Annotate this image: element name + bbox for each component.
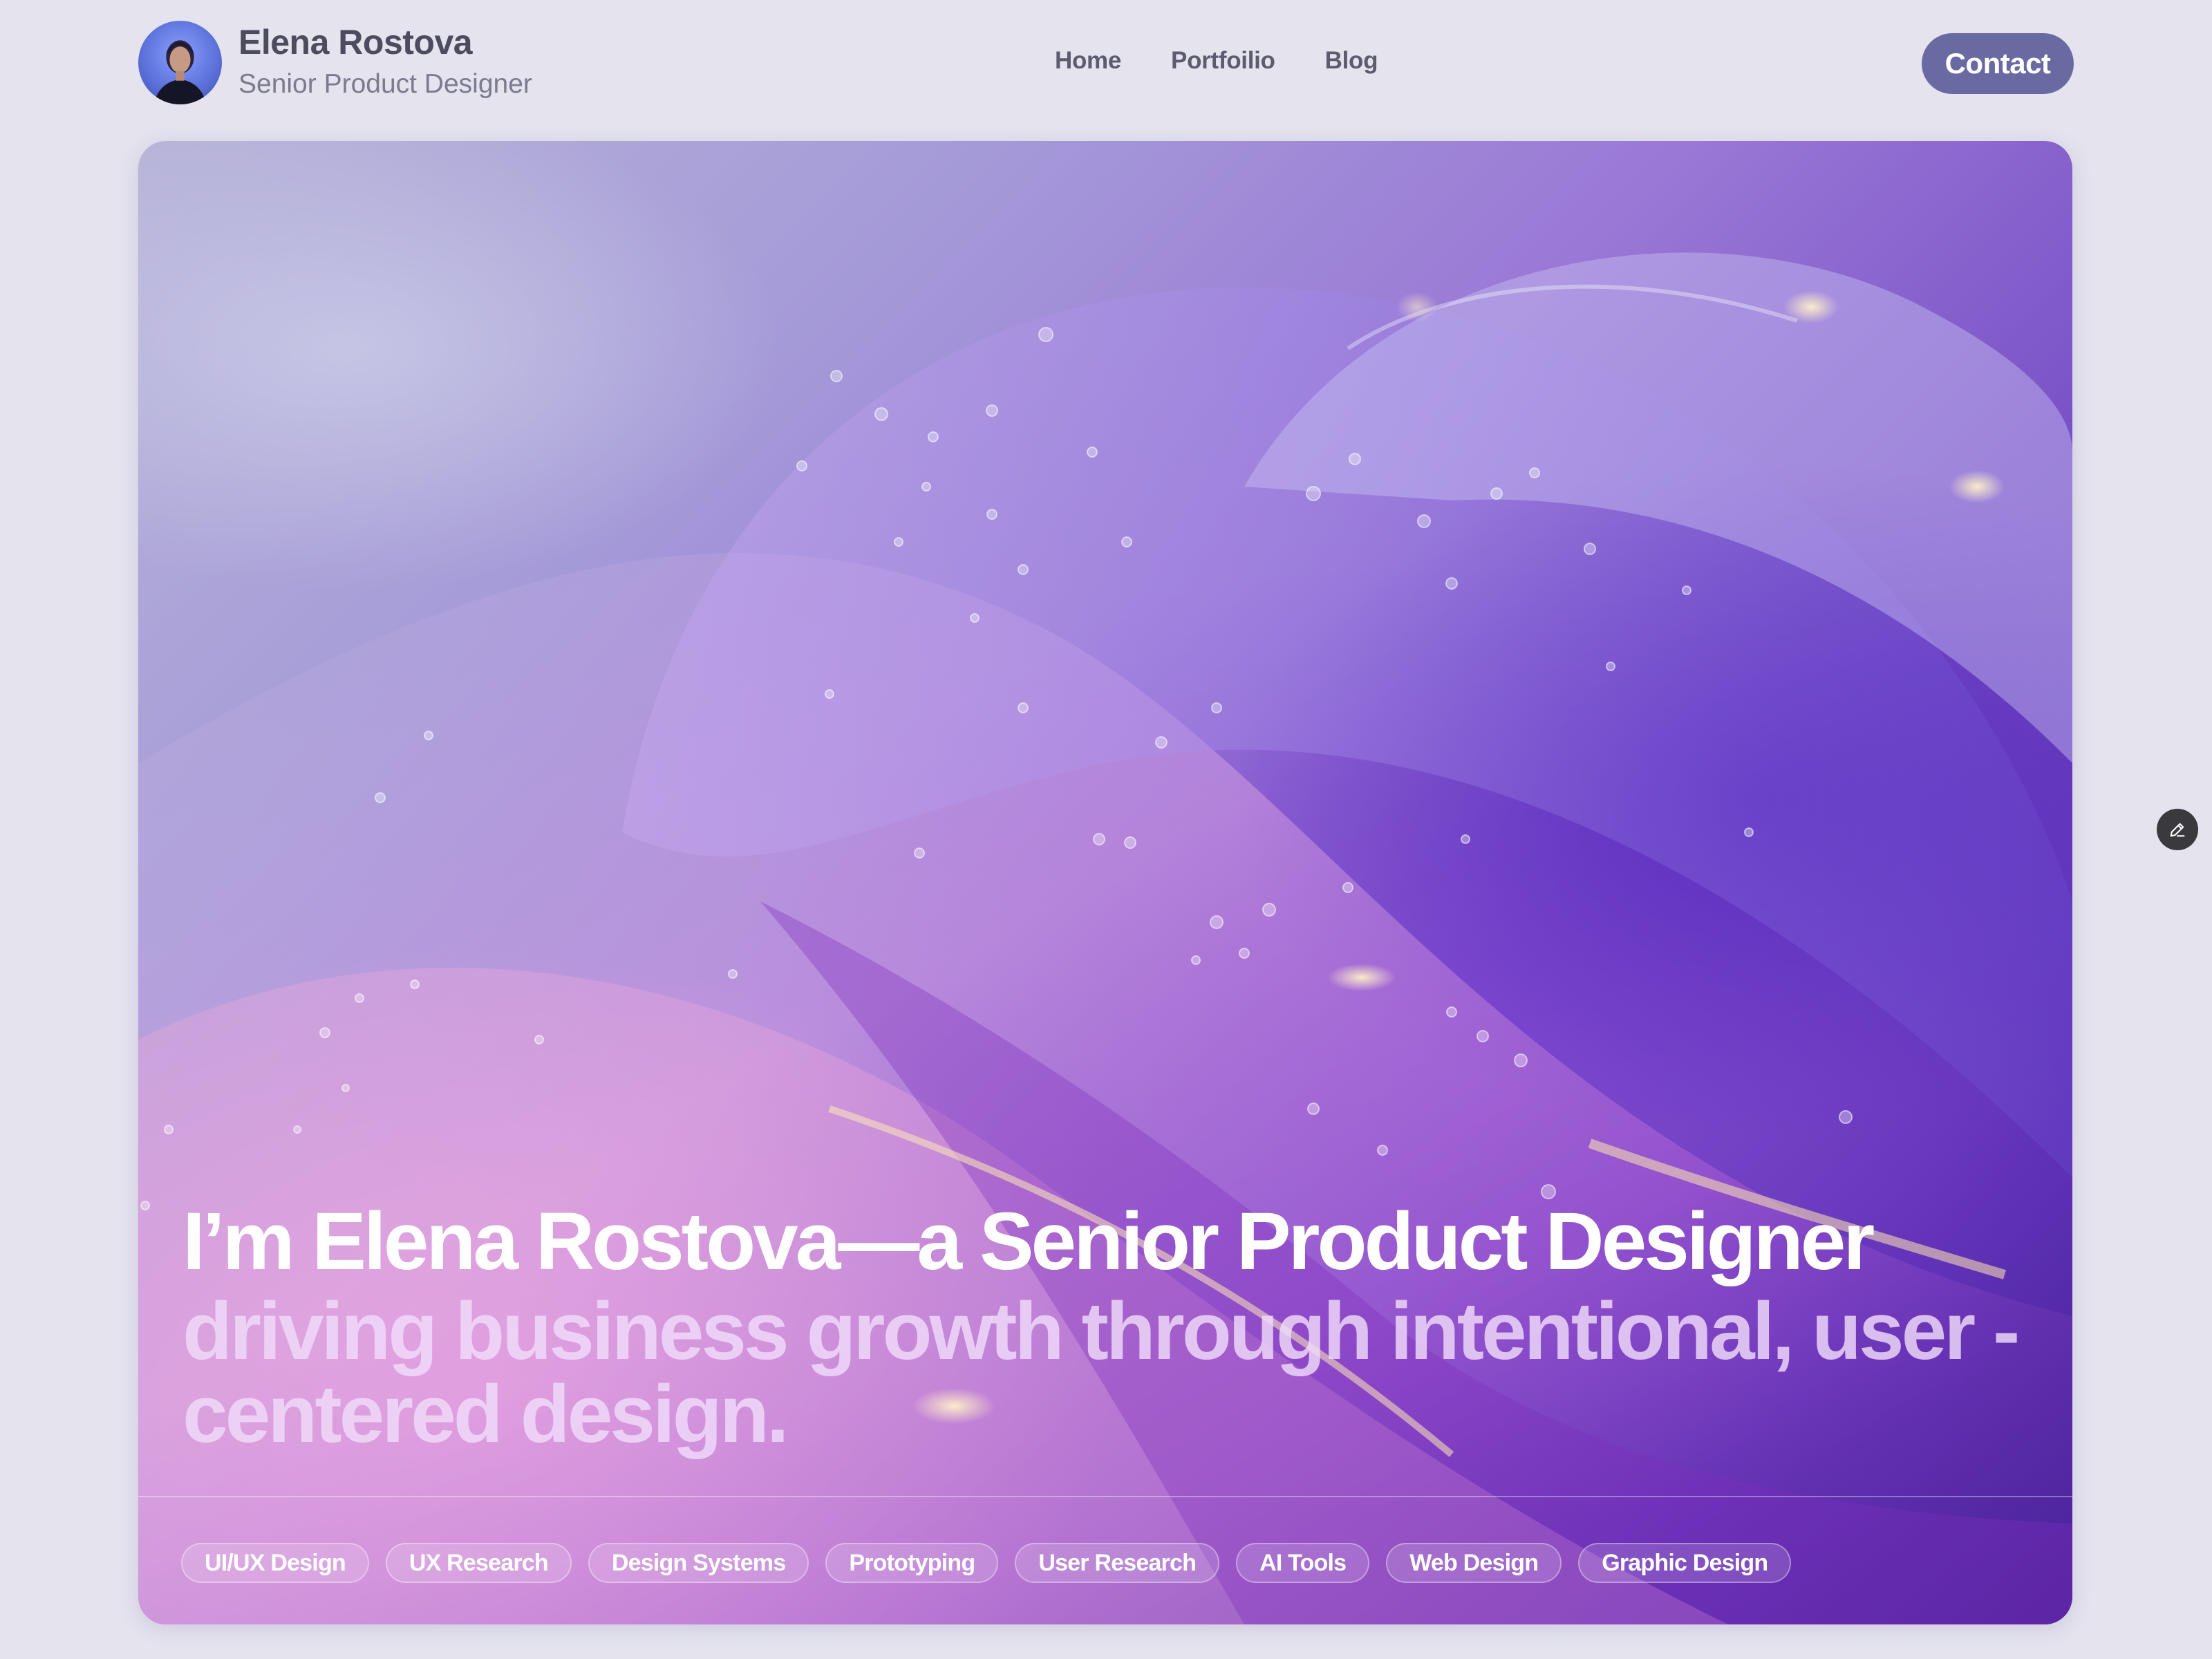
tag-design-systems[interactable]: Design Systems: [588, 1543, 809, 1583]
brand-name: Elena Rostova: [238, 23, 473, 62]
avatar[interactable]: [138, 21, 222, 104]
main-nav: Home Portfoilio Blog: [1055, 47, 1378, 75]
site-header: Elena Rostova Senior Product Designer Ho…: [138, 21, 2074, 106]
nav-portfolio[interactable]: Portfoilio: [1171, 47, 1275, 75]
avatar-portrait-icon: [153, 40, 207, 104]
tag-ux-research[interactable]: UX Research: [385, 1543, 572, 1583]
hero-headline-secondary: driving business growth through intentio…: [182, 1286, 2020, 1460]
hero-headline-primary: I’m Elena Rostova—a Senior Product Desig…: [182, 1196, 1875, 1287]
tag-web-design[interactable]: Web Design: [1386, 1543, 1562, 1583]
pencil-icon: [2170, 823, 2185, 837]
hero-banner: I’m Elena Rostova—a Senior Product Desig…: [138, 141, 2072, 1624]
tag-prototyping[interactable]: Prototyping: [825, 1543, 999, 1583]
nav-blog[interactable]: Blog: [1325, 47, 1378, 75]
tag-ai-tools[interactable]: AI Tools: [1236, 1543, 1370, 1583]
tag-ui-ux-design[interactable]: UI/UX Design: [181, 1543, 369, 1583]
tag-graphic-design[interactable]: Graphic Design: [1578, 1543, 1792, 1583]
brand-role: Senior Product Designer: [238, 69, 532, 99]
nav-home[interactable]: Home: [1055, 47, 1121, 75]
hero-divider: [138, 1496, 2072, 1497]
tag-user-research[interactable]: User Research: [1015, 1543, 1220, 1583]
skill-tags: UI/UX Design UX Research Design Systems …: [181, 1543, 1792, 1583]
hero-headline: I’m Elena Rostova—a Senior Product Desig…: [182, 1193, 2049, 1456]
contact-button[interactable]: Contact: [1922, 33, 2074, 94]
edit-button[interactable]: [2157, 809, 2198, 850]
